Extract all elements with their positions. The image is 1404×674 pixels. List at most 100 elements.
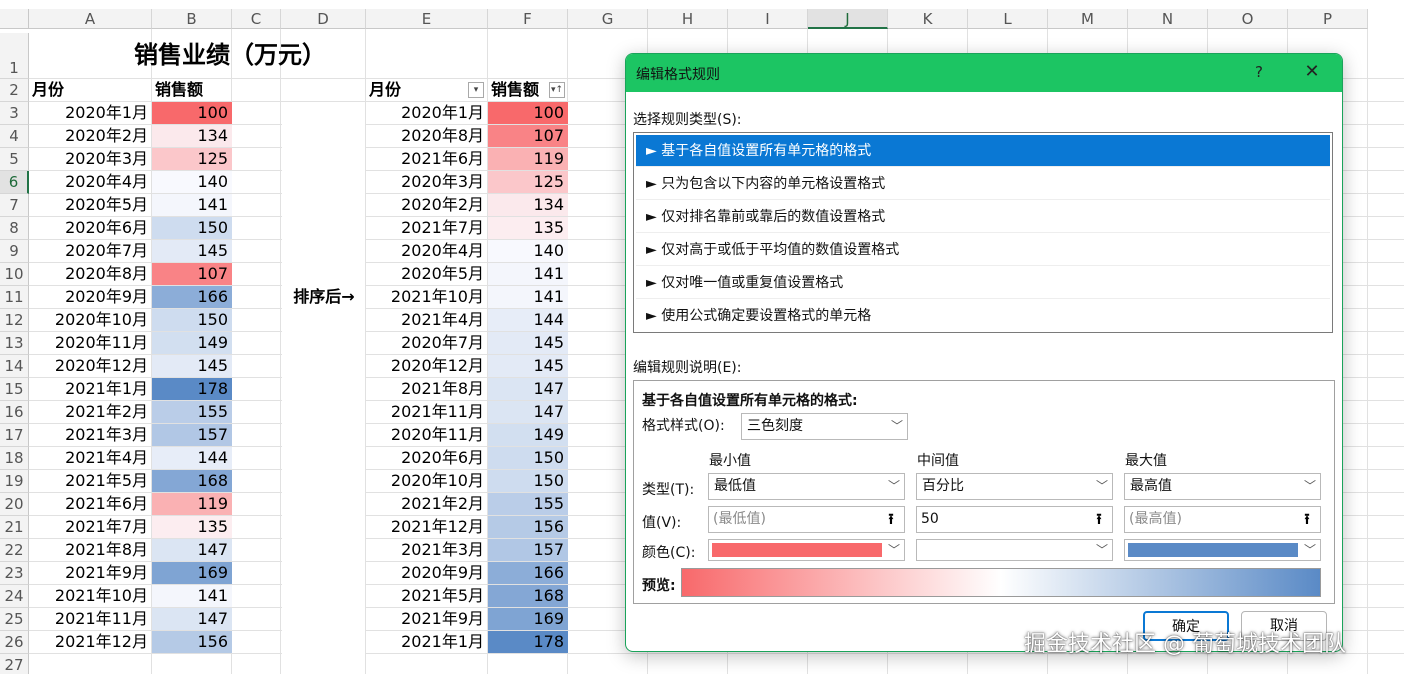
- row-header[interactable]: 10: [0, 263, 29, 286]
- column-header[interactable]: H: [648, 9, 728, 29]
- sales-cell[interactable]: 168: [152, 470, 232, 492]
- month-cell[interactable]: 2020年9月: [366, 562, 488, 585]
- column-header[interactable]: E: [366, 9, 488, 29]
- column-header[interactable]: I: [728, 9, 808, 29]
- month-cell[interactable]: 2021年7月: [366, 217, 488, 240]
- select-all-corner[interactable]: [0, 9, 29, 29]
- month-cell[interactable]: 2021年2月: [366, 493, 488, 516]
- min-color-picker[interactable]: ﹀: [708, 539, 905, 561]
- row-header[interactable]: 25: [0, 608, 29, 631]
- row-header[interactable]: 16: [0, 401, 29, 424]
- month-cell[interactable]: 2021年2月: [29, 401, 152, 424]
- month-cell[interactable]: 2020年2月: [366, 194, 488, 217]
- max-type-select[interactable]: 最高值 ﹀: [1124, 473, 1321, 500]
- sales-cell[interactable]: 155: [152, 401, 232, 423]
- month-cell[interactable]: 2021年5月: [366, 585, 488, 608]
- month-cell[interactable]: 2020年7月: [29, 240, 152, 263]
- month-cell[interactable]: 2020年8月: [29, 263, 152, 286]
- column-header[interactable]: P: [1288, 9, 1368, 29]
- sales-cell[interactable]: 140: [152, 171, 232, 193]
- row-header[interactable]: 22: [0, 539, 29, 562]
- format-style-select[interactable]: 三色刻度 ﹀: [741, 413, 908, 440]
- month-cell[interactable]: 2020年12月: [366, 355, 488, 378]
- sales-cell[interactable]: 157: [488, 539, 568, 561]
- column-header[interactable]: J: [808, 9, 888, 29]
- month-cell[interactable]: 2020年1月: [366, 102, 488, 125]
- month-cell[interactable]: 2021年4月: [366, 309, 488, 332]
- sales-cell[interactable]: 144: [152, 447, 232, 469]
- sales-cell[interactable]: 144: [488, 309, 568, 331]
- rule-type-item[interactable]: ► 仅对唯一值或重复值设置格式: [636, 267, 1330, 299]
- mid-value-input[interactable]: 50 ⭱: [916, 506, 1113, 533]
- rule-type-item[interactable]: ► 只为包含以下内容的单元格设置格式: [636, 168, 1330, 200]
- range-picker-icon[interactable]: ⭱: [1086, 507, 1112, 532]
- help-icon[interactable]: ?: [1248, 61, 1270, 83]
- month-cell[interactable]: 2020年9月: [29, 286, 152, 309]
- sales-cell[interactable]: 125: [152, 148, 232, 170]
- month-cell[interactable]: 2020年1月: [29, 102, 152, 125]
- column-header[interactable]: D: [281, 9, 366, 29]
- sales-cell[interactable]: 169: [152, 562, 232, 584]
- sales-cell[interactable]: 150: [488, 470, 568, 492]
- month-cell[interactable]: 2020年4月: [366, 240, 488, 263]
- column-header[interactable]: M: [1048, 9, 1128, 29]
- row-header[interactable]: 19: [0, 470, 29, 493]
- range-picker-icon[interactable]: ⭱: [878, 507, 904, 532]
- column-header[interactable]: G: [568, 9, 648, 29]
- row-header[interactable]: 9: [0, 240, 29, 263]
- month-cell[interactable]: 2021年6月: [29, 493, 152, 516]
- month-cell[interactable]: 2021年8月: [29, 539, 152, 562]
- month-cell[interactable]: 2020年11月: [366, 424, 488, 447]
- column-header[interactable]: N: [1128, 9, 1208, 29]
- month-cell[interactable]: 2020年3月: [29, 148, 152, 171]
- sales-cell[interactable]: 147: [488, 401, 568, 423]
- month-cell[interactable]: 2021年12月: [366, 516, 488, 539]
- row-header[interactable]: 2: [0, 79, 29, 102]
- sales-cell[interactable]: 134: [488, 194, 568, 216]
- sales-cell[interactable]: 147: [152, 608, 232, 630]
- sales-cell[interactable]: 135: [488, 217, 568, 239]
- column-header[interactable]: B: [152, 9, 232, 29]
- rule-type-item[interactable]: ► 基于各自值设置所有单元格的格式: [636, 135, 1330, 167]
- row-header[interactable]: 14: [0, 355, 29, 378]
- mid-color-picker[interactable]: ﹀: [916, 539, 1113, 561]
- sales-cell[interactable]: 178: [488, 631, 568, 653]
- column-header[interactable]: O: [1208, 9, 1288, 29]
- month-cell[interactable]: 2020年10月: [29, 309, 152, 332]
- month-cell[interactable]: 2020年4月: [29, 171, 152, 194]
- min-type-select[interactable]: 最低值 ﹀: [708, 473, 905, 500]
- sales-cell[interactable]: 107: [152, 263, 232, 285]
- row-header[interactable]: 17: [0, 424, 29, 447]
- row-header[interactable]: 20: [0, 493, 29, 516]
- row-header[interactable]: 11: [0, 286, 29, 309]
- month-cell[interactable]: 2021年1月: [366, 631, 488, 654]
- row-header[interactable]: 21: [0, 516, 29, 539]
- month-cell[interactable]: 2021年6月: [366, 148, 488, 171]
- month-cell[interactable]: 2020年11月: [29, 332, 152, 355]
- rule-type-item[interactable]: ► 仅对高于或低于平均值的数值设置格式: [636, 234, 1330, 266]
- row-header[interactable]: 23: [0, 562, 29, 585]
- column-header[interactable]: K: [888, 9, 968, 29]
- sales-cell[interactable]: 147: [152, 539, 232, 561]
- month-cell[interactable]: 2021年1月: [29, 378, 152, 401]
- sales-cell[interactable]: 149: [488, 424, 568, 446]
- month-cell[interactable]: 2021年7月: [29, 516, 152, 539]
- rule-type-list[interactable]: ► 基于各自值设置所有单元格的格式 ► 只为包含以下内容的单元格设置格式 ► 仅…: [633, 132, 1333, 333]
- month-cell[interactable]: 2021年4月: [29, 447, 152, 470]
- sales-cell[interactable]: 156: [488, 516, 568, 538]
- row-header[interactable]: 1: [0, 33, 29, 79]
- month-cell[interactable]: 2020年12月: [29, 355, 152, 378]
- column-header[interactable]: A: [29, 9, 152, 29]
- sales-cell[interactable]: 150: [152, 217, 232, 239]
- sales-cell[interactable]: 141: [152, 585, 232, 607]
- sales-cell[interactable]: 155: [488, 493, 568, 515]
- range-picker-icon[interactable]: ⭱: [1294, 507, 1320, 532]
- sales-cell[interactable]: 125: [488, 171, 568, 193]
- row-header[interactable]: 18: [0, 447, 29, 470]
- month-cell[interactable]: 2021年5月: [29, 470, 152, 493]
- month-cell[interactable]: 2021年8月: [366, 378, 488, 401]
- month-cell[interactable]: 2020年7月: [366, 332, 488, 355]
- column-header[interactable]: C: [232, 9, 281, 29]
- row-header[interactable]: 5: [0, 148, 29, 171]
- rule-type-item[interactable]: ► 仅对排名靠前或靠后的数值设置格式: [636, 201, 1330, 233]
